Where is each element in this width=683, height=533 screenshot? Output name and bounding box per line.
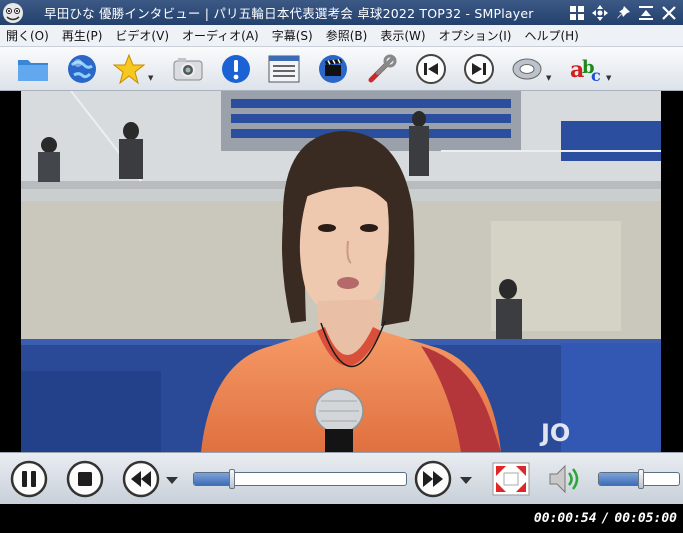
svg-text:c: c — [591, 66, 601, 85]
toolbar: ▼ ▼ abc ▼ — [0, 47, 683, 91]
window-title: 早田ひな 優勝インタビュー | パリ五輪日本代表選考会 卓球2022 TOP32… — [44, 6, 534, 21]
subtitles-icon[interactable]: abc — [568, 51, 604, 87]
favorites-star-icon[interactable] — [111, 51, 147, 87]
window-menu-grid-icon[interactable] — [566, 2, 587, 23]
next-icon[interactable] — [461, 51, 497, 87]
menu-options[interactable]: オプション(I) — [433, 27, 517, 44]
audio-track-icon[interactable] — [509, 51, 545, 87]
smplayer-app-icon[interactable] — [2, 2, 24, 24]
volume-speaker-icon[interactable] — [546, 460, 584, 498]
current-time: 00:00:54 — [533, 511, 597, 526]
previous-icon[interactable] — [413, 51, 449, 87]
status-bar: 00:00:54 / 00:05:00 — [0, 504, 683, 533]
stop-button[interactable] — [66, 460, 104, 498]
seek-bar-progress — [194, 473, 233, 485]
menu-open[interactable]: 開く(O) — [0, 27, 54, 44]
menu-bar: 開く(O) 再生(P) ビデオ(V) オーディオ(A) 字幕(S) 参照(B) … — [0, 25, 683, 47]
menu-video[interactable]: ビデオ(V) — [109, 27, 174, 44]
video-still-image: JO — [21, 91, 661, 452]
globe-icon[interactable] — [64, 51, 100, 87]
info-icon[interactable] — [218, 51, 254, 87]
control-bar — [0, 452, 683, 504]
rewind-dropdown-icon[interactable] — [165, 472, 179, 486]
menu-play[interactable]: 再生(P) — [56, 27, 108, 44]
seek-bar[interactable] — [193, 472, 407, 486]
video-area[interactable]: JO — [0, 91, 683, 452]
menu-help[interactable]: ヘルプ(H) — [518, 27, 583, 44]
playlist-icon[interactable] — [266, 51, 302, 87]
menu-audio[interactable]: オーディオ(A) — [176, 27, 264, 44]
seek-bar-handle[interactable] — [228, 469, 235, 489]
forward-dropdown-icon[interactable] — [459, 472, 473, 486]
video-clapper-icon[interactable] — [315, 51, 351, 87]
rewind-button[interactable] — [122, 460, 160, 498]
pause-button[interactable] — [10, 460, 48, 498]
pin-icon[interactable] — [612, 2, 633, 23]
favorites-dropdown-icon[interactable]: ▼ — [148, 74, 156, 82]
title-bar: 早田ひな 優勝インタビュー | パリ五輪日本代表選考会 卓球2022 TOP32… — [0, 0, 683, 25]
audio-track-dropdown-icon[interactable]: ▼ — [546, 74, 554, 82]
folder-icon[interactable] — [15, 51, 51, 87]
svg-text:JO: JO — [539, 419, 570, 447]
menu-view[interactable]: 表示(W) — [374, 27, 430, 44]
volume-level — [599, 473, 642, 485]
time-separator: / — [601, 511, 610, 526]
preferences-tools-icon[interactable] — [364, 51, 400, 87]
move-window-icon[interactable] — [589, 2, 610, 23]
fullscreen-icon[interactable] — [492, 462, 530, 496]
subtitles-dropdown-icon[interactable]: ▼ — [606, 74, 614, 82]
maximize-icon[interactable] — [635, 2, 656, 23]
total-time: 00:05:00 — [614, 511, 677, 526]
close-icon[interactable] — [658, 2, 679, 23]
window-controls — [566, 0, 683, 25]
menu-browse[interactable]: 参照(B) — [320, 27, 373, 44]
forward-button[interactable] — [414, 460, 452, 498]
screenshot-camera-icon[interactable] — [170, 51, 206, 87]
menu-subtitles[interactable]: 字幕(S) — [266, 27, 318, 44]
video-frame[interactable]: JO — [21, 91, 661, 452]
volume-slider-handle[interactable] — [637, 469, 644, 489]
